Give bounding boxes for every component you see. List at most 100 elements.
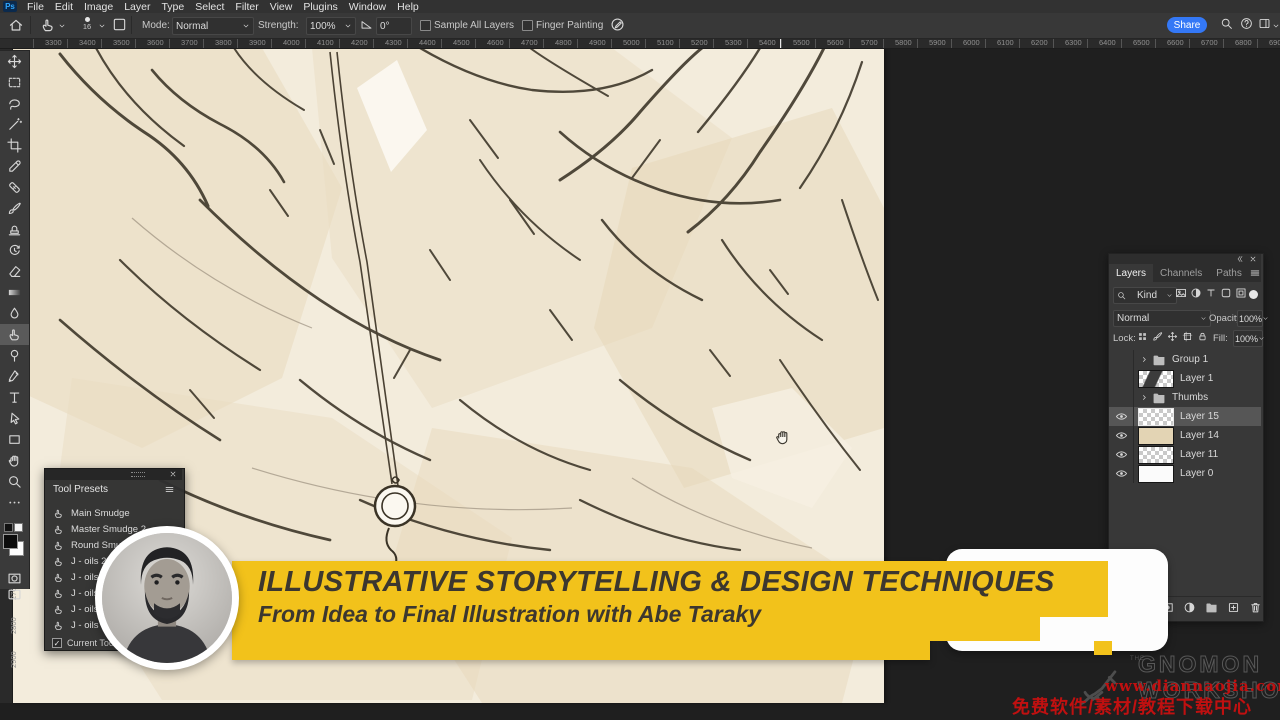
layer-row-layer-0[interactable]: Layer 0 <box>1109 464 1261 483</box>
brush-tool[interactable] <box>0 198 29 219</box>
eyedropper-tool[interactable] <box>0 156 29 177</box>
blend-mode-select[interactable]: Normal <box>1113 310 1211 327</box>
default-colors-icon[interactable] <box>4 523 13 532</box>
help-icon[interactable] <box>1240 17 1253 30</box>
layer-thumbnail[interactable] <box>1138 465 1174 483</box>
current-tool-only-checkbox[interactable]: ✓ <box>52 638 62 648</box>
visibility-toggle[interactable] <box>1109 426 1134 445</box>
gradient-tool[interactable] <box>0 282 29 303</box>
foreground-color-swatch[interactable] <box>3 534 18 549</box>
menu-type[interactable]: Type <box>161 1 184 13</box>
share-button[interactable]: Share <box>1167 17 1207 33</box>
adjustment-filter-icon[interactable] <box>1190 287 1202 299</box>
hand-tool[interactable] <box>0 450 29 471</box>
folder-icon[interactable] <box>1205 601 1218 614</box>
lock-all-icon[interactable] <box>1197 331 1208 342</box>
visibility-toggle[interactable] <box>1109 388 1134 407</box>
home-icon[interactable] <box>8 17 24 33</box>
history-brush-tool[interactable] <box>0 240 29 261</box>
move-tool[interactable] <box>0 51 29 72</box>
fill-select[interactable]: 100% <box>1233 330 1263 347</box>
close-panel-icon[interactable] <box>1249 255 1257 263</box>
filter-kind-select[interactable]: Kind <box>1113 287 1177 304</box>
mode-select[interactable]: Normal <box>172 17 254 35</box>
finger-painting-checkbox[interactable] <box>522 20 533 31</box>
delete-icon[interactable] <box>1249 601 1262 614</box>
lock-paint-icon[interactable] <box>1152 331 1163 342</box>
close-panel-icon[interactable] <box>169 470 177 478</box>
layer-row-thumbs[interactable]: Thumbs <box>1109 388 1261 407</box>
shape-filter-icon[interactable] <box>1220 287 1232 299</box>
panel-menu-icon[interactable] <box>164 484 175 495</box>
menu-window[interactable]: Window <box>349 1 386 13</box>
lock-artboard-icon[interactable] <box>1182 331 1193 342</box>
rectangle-tool[interactable] <box>0 429 29 450</box>
lock-transparency-icon[interactable] <box>1137 331 1148 342</box>
tab-layers[interactable]: Layers <box>1109 264 1153 282</box>
workspace-icon[interactable] <box>1258 17 1271 30</box>
strength-select[interactable]: 100% <box>306 17 356 35</box>
angle-input[interactable]: 0° <box>376 17 412 35</box>
eraser-tool[interactable] <box>0 261 29 282</box>
filter-toggle[interactable] <box>1249 290 1258 299</box>
quick-selection-tool[interactable] <box>0 114 29 135</box>
visibility-toggle[interactable] <box>1109 407 1134 426</box>
adjustment-icon[interactable] <box>1183 601 1196 614</box>
layer-thumbnail[interactable] <box>1138 408 1174 426</box>
screen-mode-icon[interactable] <box>7 587 22 602</box>
menu-plugins[interactable]: Plugins <box>303 1 337 13</box>
menu-filter[interactable]: Filter <box>235 1 258 13</box>
type-tool[interactable] <box>0 387 29 408</box>
search-icon[interactable] <box>1220 17 1233 30</box>
opacity-select[interactable]: 100% <box>1237 310 1263 327</box>
toggle-brush-panel-icon[interactable] <box>112 17 127 32</box>
brush-preset-picker[interactable]: 16 <box>78 15 96 31</box>
smart-object-filter-icon[interactable] <box>1235 287 1247 299</box>
edit-toolbar-ellipsis[interactable] <box>0 492 29 513</box>
horizontal-ruler[interactable]: 3300340035003600370038003900400041004200… <box>0 38 1280 49</box>
tool-preset-item[interactable]: Main Smudge <box>45 505 182 521</box>
menu-layer[interactable]: Layer <box>124 1 150 13</box>
grip-icon[interactable] <box>131 472 145 477</box>
layer-row-layer-11[interactable]: Layer 11 <box>1109 445 1261 464</box>
menu-select[interactable]: Select <box>195 1 224 13</box>
visibility-toggle[interactable] <box>1109 445 1134 464</box>
visibility-toggle[interactable] <box>1109 350 1134 369</box>
smoothing-icon[interactable] <box>610 17 625 32</box>
lasso-tool[interactable] <box>0 93 29 114</box>
menu-file[interactable]: File <box>27 1 44 13</box>
path-selection-tool[interactable] <box>0 408 29 429</box>
workspace-chevron-icon[interactable] <box>1272 22 1280 30</box>
quick-mask-icon[interactable] <box>7 571 22 586</box>
image-filter-icon[interactable] <box>1175 287 1187 299</box>
smudge-tool[interactable] <box>0 324 29 345</box>
spot-healing-brush-tool[interactable] <box>0 177 29 198</box>
crop-tool[interactable] <box>0 135 29 156</box>
rectangular-marquee-tool[interactable] <box>0 72 29 93</box>
expand-group-icon[interactable] <box>1140 393 1149 402</box>
new-layer-icon[interactable] <box>1227 601 1240 614</box>
menu-edit[interactable]: Edit <box>55 1 73 13</box>
layer-row-layer-15[interactable]: Layer 15 <box>1109 407 1261 426</box>
layer-thumbnail[interactable] <box>1138 370 1174 388</box>
visibility-toggle[interactable] <box>1109 369 1134 388</box>
expand-group-icon[interactable] <box>1140 355 1149 364</box>
collapse-panel-icon[interactable] <box>1235 255 1243 263</box>
layer-row-layer-1[interactable]: Layer 1 <box>1109 369 1261 388</box>
clone-stamp-tool[interactable] <box>0 219 29 240</box>
current-tool-icon[interactable] <box>40 17 56 33</box>
menu-view[interactable]: View <box>270 1 293 13</box>
tab-channels[interactable]: Channels <box>1153 264 1209 282</box>
layer-thumbnail[interactable] <box>1138 446 1174 464</box>
panel-menu-icon[interactable] <box>1249 267 1261 279</box>
layer-thumbnail[interactable] <box>1138 427 1174 445</box>
lock-position-icon[interactable] <box>1167 331 1178 342</box>
layer-row-group-1[interactable]: Group 1 <box>1109 350 1261 369</box>
brush-picker-chevron-icon[interactable] <box>98 22 106 30</box>
dodge-tool[interactable] <box>0 345 29 366</box>
sample-all-layers-checkbox[interactable] <box>420 20 431 31</box>
pen-tool[interactable] <box>0 366 29 387</box>
photoshop-logo[interactable]: Ps <box>3 1 17 12</box>
tool-preset-chevron-icon[interactable] <box>58 22 66 30</box>
type-filter-icon[interactable] <box>1205 287 1217 299</box>
